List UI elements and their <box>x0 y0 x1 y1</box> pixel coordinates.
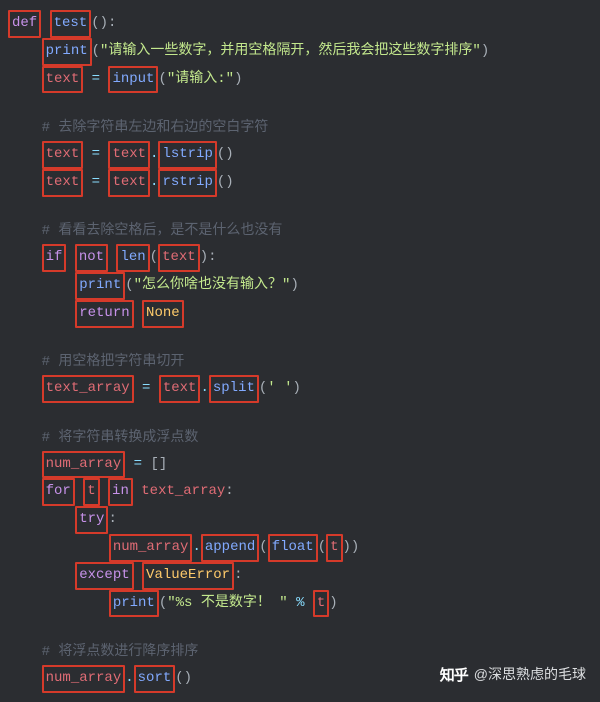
code-line: except ValueError: <box>0 562 600 590</box>
code-line: if not len(text): <box>0 244 600 272</box>
code-line: # 将浮点数进行降序排序 <box>0 641 600 665</box>
code-line: # 将字符串转换成浮点数 <box>0 427 600 451</box>
code-line: # 看看去除空格后，是不是什么也没有 <box>0 220 600 244</box>
watermark-author: @深思熟虑的毛球 <box>474 663 586 687</box>
code-line: num_array.append(float(t)) <box>0 534 600 562</box>
code-line: print("%s 不是数字！ " % t) <box>0 590 600 618</box>
zhihu-logo-icon: 知乎 <box>440 663 468 689</box>
code-line: text_array = text.split(' ') <box>0 375 600 403</box>
code-line: text = text.rstrip() <box>0 169 600 197</box>
code-line <box>0 617 600 641</box>
code-line: text = input("请输入:") <box>0 66 600 94</box>
code-line: print("怎么你啥也没有输入？") <box>0 272 600 300</box>
code-line <box>0 328 600 352</box>
code-line: # 去除字符串左边和右边的空白字符 <box>0 117 600 141</box>
code-line: print("请输入一些数字，并用空格隔开，然后我会把这些数字排序") <box>0 38 600 66</box>
code-block: def test(): print("请输入一些数字，并用空格隔开，然后我会把这… <box>0 10 600 693</box>
code-line <box>0 403 600 427</box>
code-line: text = text.lstrip() <box>0 141 600 169</box>
code-line: return None <box>0 300 600 328</box>
code-line: # 用空格把字符串切开 <box>0 351 600 375</box>
code-line <box>0 93 600 117</box>
code-line: try: <box>0 506 600 534</box>
code-line: def test(): <box>0 10 600 38</box>
code-line: num_array = [] <box>0 451 600 479</box>
watermark: 知乎 @深思熟虑的毛球 <box>440 663 586 689</box>
code-line <box>0 197 600 221</box>
code-line: for t in text_array: <box>0 478 600 506</box>
